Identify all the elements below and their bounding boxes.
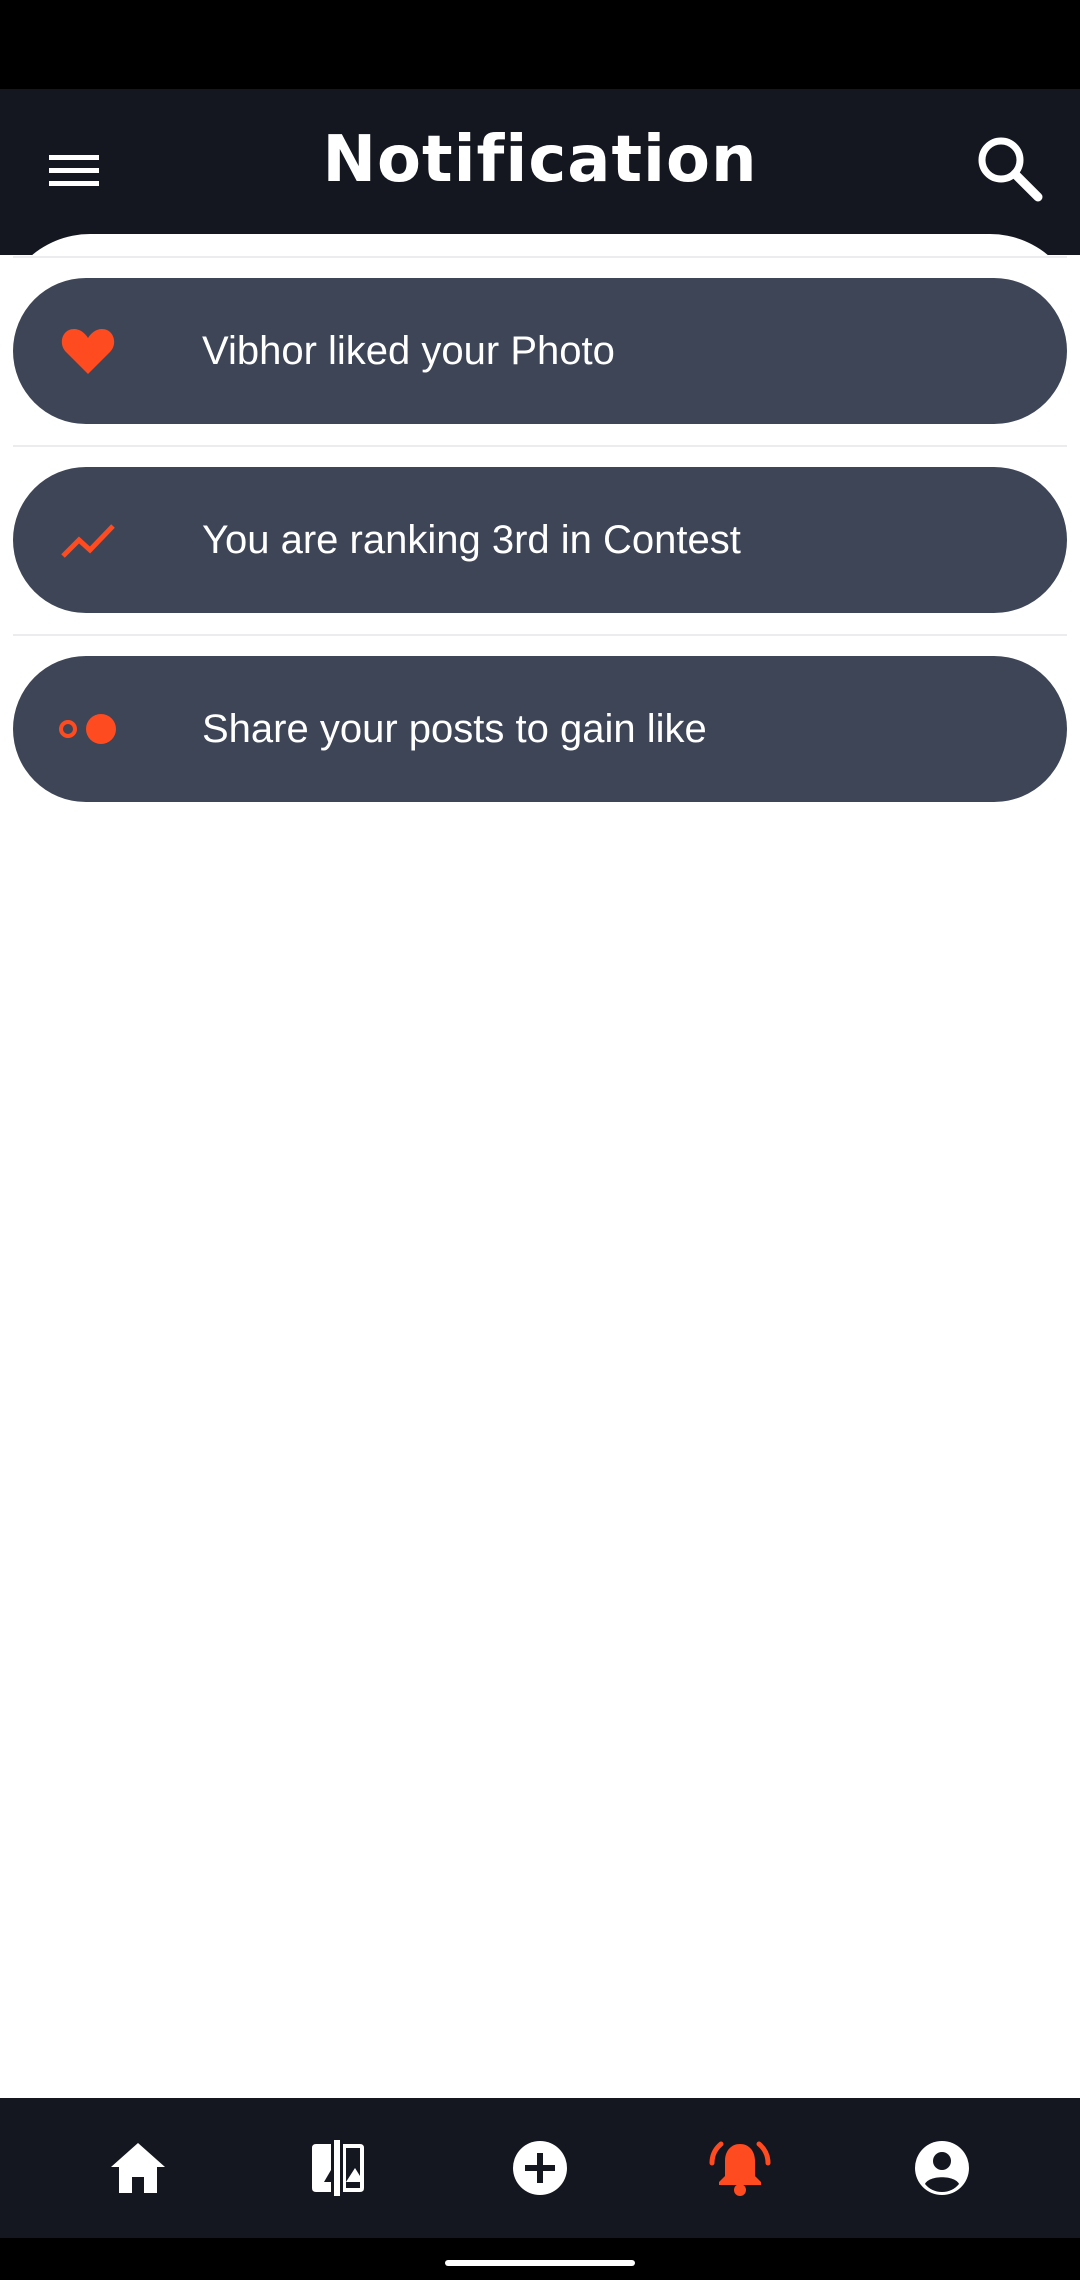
divider — [13, 445, 1067, 447]
notification-item[interactable]: Share your posts to gain like — [13, 656, 1067, 802]
notification-item[interactable]: You are ranking 3rd in Contest — [13, 467, 1067, 613]
home-indicator[interactable] — [445, 2260, 635, 2266]
divider — [13, 256, 1067, 258]
home-icon — [111, 2143, 165, 2193]
divider — [13, 634, 1067, 636]
bell-ringing-icon — [709, 2141, 771, 2196]
toggle-dots-icon — [59, 714, 116, 744]
nav-notifications[interactable] — [700, 2128, 780, 2208]
notification-text: You are ranking 3rd in Contest — [202, 518, 741, 562]
compare-icon — [312, 2140, 364, 2196]
trending-up-icon — [61, 524, 115, 558]
search-button[interactable] — [966, 125, 1052, 211]
page-title: Notification — [322, 123, 758, 197]
add-circle-icon — [513, 2141, 567, 2195]
bottom-navigation — [0, 2098, 1080, 2238]
app-bar: Notification — [0, 89, 1080, 255]
search-icon — [978, 137, 1043, 202]
notification-text: Vibhor liked your Photo — [202, 329, 615, 373]
notification-item[interactable]: Vibhor liked your Photo — [13, 278, 1067, 424]
nav-home[interactable] — [98, 2128, 178, 2208]
account-circle-icon — [915, 2141, 969, 2195]
gesture-bar — [0, 2238, 1080, 2280]
nav-profile[interactable] — [902, 2128, 982, 2208]
notification-text: Share your posts to gain like — [202, 707, 707, 751]
heart-icon — [61, 329, 115, 374]
nav-add[interactable] — [500, 2128, 580, 2208]
status-bar — [0, 0, 1080, 89]
nav-compare[interactable] — [298, 2128, 378, 2208]
